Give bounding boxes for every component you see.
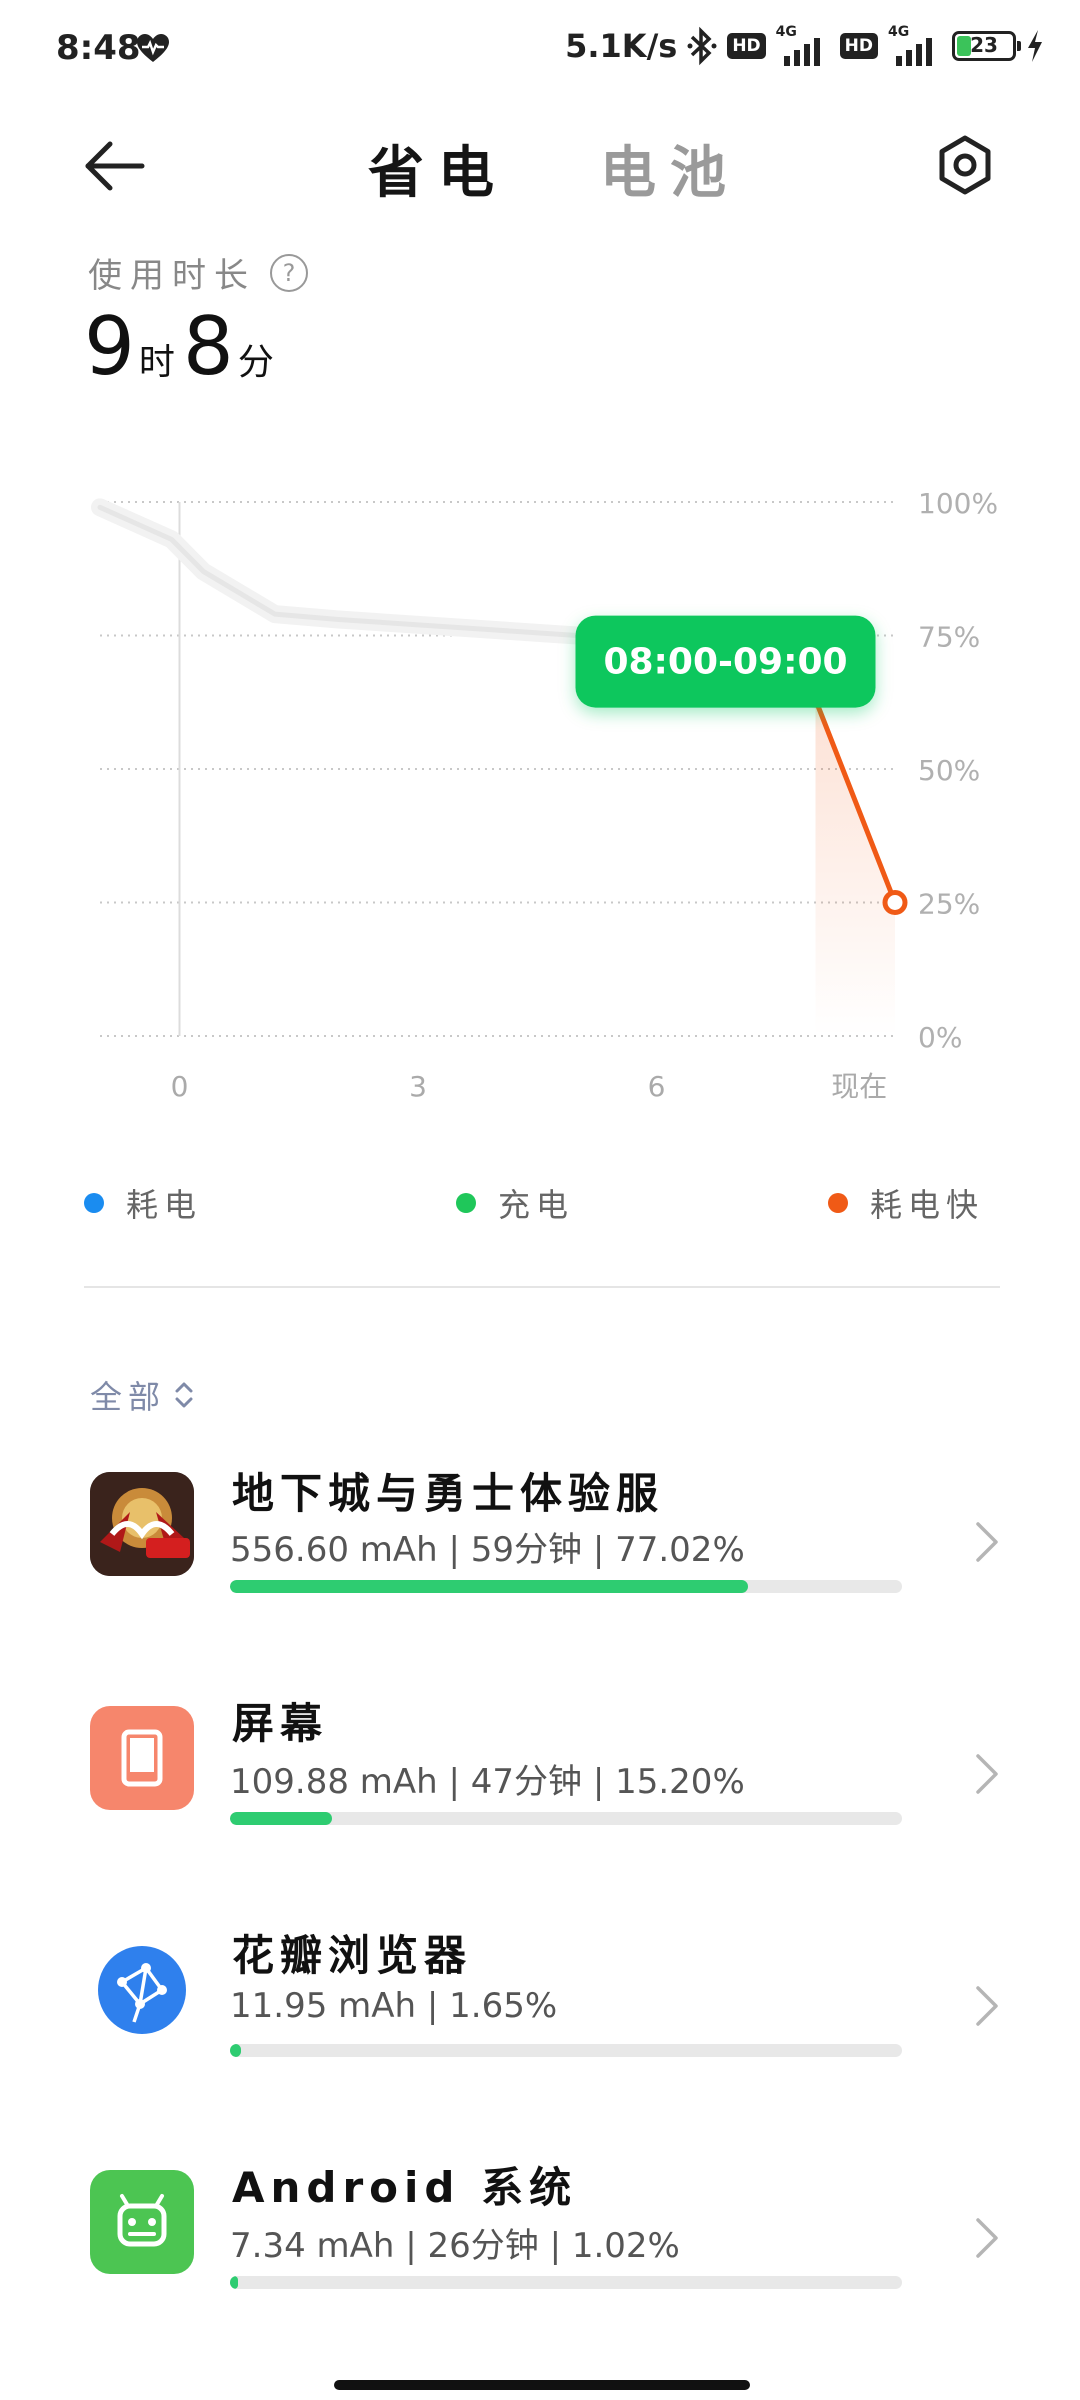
chevron-right-icon [976,1522,998,1562]
legend-item-charge: 充电 [456,1180,574,1226]
app-row-dnf[interactable]: 地下城与勇士体验服 556.60 mAh | 59分钟 | 77.02% [0,1440,1080,1640]
chevron-right-icon [976,1754,998,1794]
dnf-game-icon [90,1472,194,1576]
divider [84,1286,1000,1288]
usage-hours-unit: 时 [138,342,175,383]
chevron-right-icon [976,1986,998,2026]
app-name: 地下城与勇士体验服 [232,1469,665,1518]
app-row-android-system[interactable]: Android 系统 7.34 mAh | 26分钟 | 1.02% [0,2138,1080,2338]
usage-minutes-unit: 分 [237,342,274,383]
usage-progress-bar [230,2276,902,2289]
hd-badge: HD [727,33,766,59]
app-row-screen[interactable]: 屏幕 109.88 mAh | 47分钟 | 15.20% [0,1674,1080,1874]
usage-duration-value: 9 时 8 分 [84,300,282,393]
header: 省电 电池 [0,110,1080,220]
tab-battery[interactable]: 电池 [600,128,740,209]
app-name: 屏幕 [232,1699,329,1748]
sort-chevron-icon [175,1382,193,1408]
status-indicators: 5.1K/s HD 4G HD 4G 23 [565,24,1044,66]
usage-progress-fill [230,2276,239,2289]
app-name: Android 系统 [232,2163,578,2212]
bluetooth-icon [687,26,717,66]
y-tick-label: 100% [918,487,998,520]
usage-progress-fill [230,2044,242,2057]
y-tick-label: 50% [918,754,980,787]
legend-dot-charge [456,1193,476,1213]
usage-minutes: 8 [182,300,234,393]
app-stats: 109.88 mAh | 47分钟 | 15.20% [230,1762,745,1802]
status-time: 8:48 [56,28,141,68]
tooltip-text: 08:00-09:00 [603,642,847,683]
data-point-current [882,890,908,915]
battery-level: 23 [970,33,998,57]
filter-dropdown[interactable]: 全部 [90,1372,196,1418]
app-stats: 7.34 mAh | 26分钟 | 1.02% [230,2226,680,2266]
charging-bolt-icon [1028,30,1042,62]
heart-monitor-icon [137,34,169,62]
usage-progress-bar [230,1580,902,1593]
android-icon [90,2170,194,2274]
y-tick-label: 0% [918,1021,962,1054]
chevron-right-icon [976,2218,998,2258]
legend-dot-fast-drain [828,1193,848,1213]
battery-icon: 23 [952,31,1021,61]
signal-strength-icon: 4G [776,24,830,66]
usage-duration-label: 使用时长 ? [88,248,308,297]
x-tick-label: 0 [171,1070,189,1103]
screen-icon [90,1706,194,1810]
legend-item-fast-drain: 耗电快 [828,1180,984,1226]
app-row-browser[interactable]: 花瓣浏览器 11.95 mAh | 1.65% [0,1906,1080,2106]
home-indicator[interactable] [334,2380,750,2390]
status-bar: 8:48 5.1K/s HD 4G HD 4G 23 [0,0,1080,100]
app-stats: 11.95 mAh | 1.65% [230,1986,558,2026]
y-tick-label: 25% [918,888,980,921]
usage-progress-bar [230,2044,902,2057]
app-stats: 556.60 mAh | 59分钟 | 77.02% [230,1530,745,1570]
tab-power-saving[interactable]: 省电 [368,128,508,209]
back-arrow-icon[interactable] [80,136,150,196]
chart-tooltip: 08:00-09:00 [575,615,876,708]
app-name: 花瓣浏览器 [232,1931,473,1980]
usage-progress-fill [230,1812,333,1825]
chart-series [91,498,908,1036]
browser-icon [90,1938,194,2042]
battery-level-chart[interactable]: 100% 75% 50% 25% 0% 0 3 6 现在 08:00-09:00 [0,480,1080,1120]
usage-progress-fill [230,1580,748,1593]
filter-label: 全部 [90,1378,167,1416]
y-tick-label: 75% [918,621,980,654]
x-tick-label: 3 [409,1070,427,1103]
help-icon[interactable]: ? [270,253,308,292]
usage-hours: 9 [84,300,135,393]
settings-icon[interactable] [934,134,996,196]
hd-badge-2: HD [839,33,878,59]
network-speed: 5.1K/s [565,27,678,65]
usage-progress-bar [230,1812,902,1825]
legend-dot-drain [84,1193,104,1213]
chart-legend: 耗电 充电 耗电快 [0,1180,1080,1240]
legend-item-drain: 耗电 [84,1180,202,1226]
x-tick-label: 6 [648,1070,666,1103]
signal-strength-icon-2: 4G [888,24,942,66]
x-tick-label: 现在 [831,1070,887,1103]
